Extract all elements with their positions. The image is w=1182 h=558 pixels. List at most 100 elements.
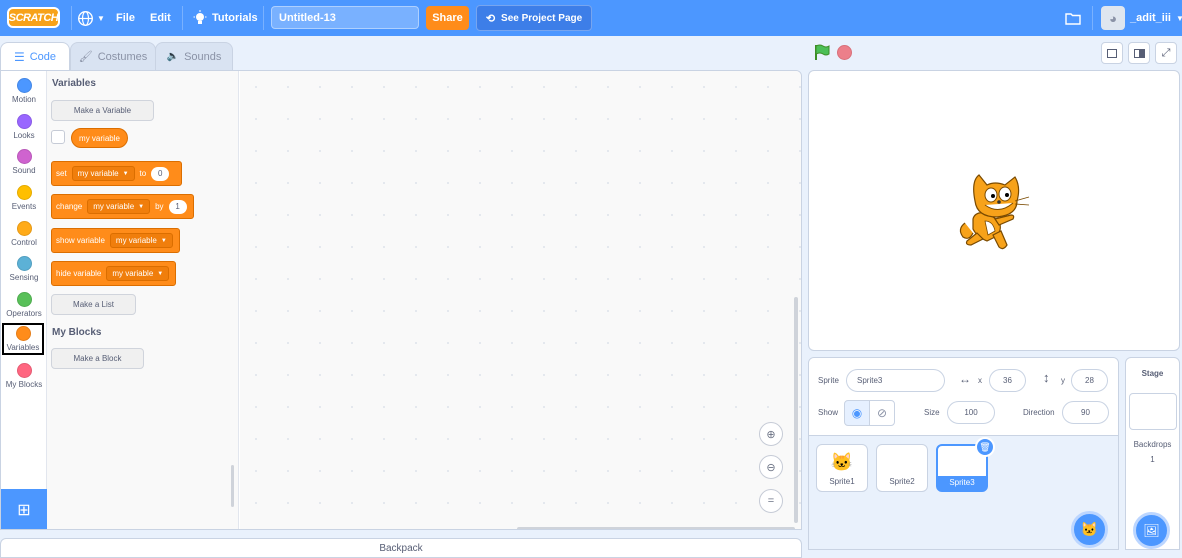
y-input[interactable]: 28 xyxy=(1071,369,1108,392)
stage-header: ⤢ xyxy=(808,42,1180,64)
sprite-tile-sprite2[interactable]: Sprite2 xyxy=(876,444,928,492)
eye-slash-icon: ⊘ xyxy=(876,406,888,420)
category-sound[interactable]: Sound xyxy=(1,146,47,182)
x-arrows-icon: ↔ xyxy=(959,372,971,386)
category-label: Events xyxy=(11,202,37,211)
choose-sprite-button[interactable]: 🐱 xyxy=(1071,511,1108,548)
stage-thumbnail xyxy=(1129,393,1177,430)
block-label: by xyxy=(155,202,164,211)
size-input[interactable]: 100 xyxy=(947,401,995,424)
category-label: Motion xyxy=(11,95,36,104)
small-stage-button[interactable] xyxy=(1101,42,1123,64)
make-block-button[interactable]: Make a Block xyxy=(51,348,144,369)
fullscreen-button[interactable]: ⤢ xyxy=(1155,42,1177,64)
language-menu[interactable]: ▼ xyxy=(77,0,105,36)
show-variable-block[interactable]: show variable my variable ▼ xyxy=(51,228,180,253)
tab-sounds[interactable]: 🔈 Sounds xyxy=(155,42,233,70)
code-icon: ☰ xyxy=(13,49,25,64)
normal-stage-button[interactable] xyxy=(1128,42,1150,64)
workspace-horizontal-scrollbar[interactable] xyxy=(517,527,795,529)
category-operators[interactable]: Operators xyxy=(1,289,47,325)
stage-title: Stage xyxy=(1141,369,1164,378)
category-label: My Blocks xyxy=(5,380,43,389)
green-flag-icon[interactable] xyxy=(813,43,831,61)
palette-scrollbar[interactable] xyxy=(231,465,234,507)
sensing-dot xyxy=(16,256,32,271)
variable-dropdown[interactable]: my variable ▼ xyxy=(106,266,170,281)
sprite-name-input[interactable] xyxy=(846,369,945,392)
choose-backdrop-button[interactable]: 🖼 xyxy=(1133,512,1170,549)
add-sprite-icon: 🐱 xyxy=(1080,521,1099,537)
share-button[interactable]: Share xyxy=(426,6,469,30)
make-list-button[interactable]: Make a List xyxy=(51,294,136,315)
dropdown-value: my variable xyxy=(112,269,154,278)
category-label: Sensing xyxy=(9,273,39,282)
sprite-tile-sprite1[interactable]: 🐱 Sprite1 xyxy=(816,444,868,492)
account-menu[interactable]: ◕ _adit_iii ▼ xyxy=(1101,0,1182,36)
speaker-icon: 🔈 xyxy=(166,51,180,62)
motion-dot xyxy=(16,78,32,93)
project-title-input[interactable] xyxy=(271,6,419,29)
delete-sprite-button[interactable]: 🗑 xyxy=(975,437,995,457)
script-area[interactable] xyxy=(240,71,801,529)
variable-dropdown[interactable]: my variable ▼ xyxy=(87,199,151,214)
category-looks[interactable]: Looks xyxy=(1,111,47,147)
scratch-logo[interactable]: SCRATCH xyxy=(7,7,60,28)
stage-canvas[interactable] xyxy=(808,70,1180,351)
hide-sprite-button[interactable]: ⊘ xyxy=(869,400,895,426)
tab-costumes[interactable]: 🖌 Costumes xyxy=(70,42,156,70)
project-page-icon: ⟲ xyxy=(485,12,496,25)
my-variable-reporter[interactable]: my variable xyxy=(71,128,128,148)
zoom-out-button[interactable]: ⊖ xyxy=(759,455,783,479)
tab-code[interactable]: ☰ Code xyxy=(0,42,70,70)
my-stuff-button[interactable] xyxy=(1065,0,1081,36)
category-control[interactable]: Control xyxy=(1,218,47,254)
username: _adit_iii xyxy=(1130,12,1171,24)
globe-icon xyxy=(78,10,93,26)
change-variable-block[interactable]: change my variable ▼ by 1 xyxy=(51,194,194,219)
tutorials-button[interactable]: Tutorials xyxy=(193,0,258,36)
hide-variable-block[interactable]: hide variable my variable ▼ xyxy=(51,261,176,286)
value-input[interactable]: 0 xyxy=(151,166,170,181)
variables-heading: Variables xyxy=(52,78,96,89)
make-variable-button[interactable]: Make a Variable xyxy=(51,100,154,121)
workspace-vertical-scrollbar[interactable] xyxy=(794,297,798,523)
value-input[interactable]: 1 xyxy=(168,199,187,214)
stage-selector[interactable]: Stage Backdrops 1 🖼 xyxy=(1125,357,1180,550)
lightbulb-icon xyxy=(193,10,207,24)
set-variable-block[interactable]: set my variable ▼ to 0 xyxy=(51,161,182,186)
menu-bar: SCRATCH ▼ File Edit Tutorials Share ⟲ Se… xyxy=(0,0,1182,36)
add-extension-button[interactable]: ⊞ xyxy=(1,489,47,529)
cat-sprite[interactable] xyxy=(955,171,1035,253)
variable-dropdown[interactable]: my variable ▼ xyxy=(109,233,173,248)
zoom-in-button[interactable]: ⊕ xyxy=(759,422,783,446)
variable-checkbox[interactable] xyxy=(51,130,65,144)
file-menu[interactable]: File xyxy=(116,0,135,36)
category-sensing[interactable]: Sensing xyxy=(1,253,47,289)
edit-menu[interactable]: Edit xyxy=(150,0,171,36)
category-events[interactable]: Events xyxy=(1,182,47,218)
add-backdrop-icon: 🖼 xyxy=(1143,522,1160,538)
chevron-down-icon: ▼ xyxy=(160,237,167,244)
direction-label: Direction xyxy=(1023,408,1055,417)
see-project-page-label: See Project Page xyxy=(501,12,583,24)
show-sprite-button[interactable]: ◉ xyxy=(844,400,870,426)
x-input[interactable]: 36 xyxy=(989,369,1026,392)
block-label: show variable xyxy=(56,236,105,245)
sprite-pane: Sprite ↔ x 36 ↕ y 28 Show ◉ ⊘ Size 100 D… xyxy=(808,357,1119,550)
variable-dropdown[interactable]: my variable ▼ xyxy=(71,166,135,181)
my-blocks-heading: My Blocks xyxy=(52,327,102,338)
backpack[interactable]: Backpack xyxy=(0,538,802,558)
block-label: change xyxy=(56,202,83,211)
category-motion[interactable]: Motion xyxy=(1,75,47,111)
category-menu: Motion Looks Sound Events Control Sensin… xyxy=(1,71,47,529)
tab-costumes-label: Costumes xyxy=(97,50,148,63)
category-variables[interactable]: Variables xyxy=(2,323,44,355)
direction-input[interactable]: 90 xyxy=(1062,401,1109,424)
add-extension-icon: ⊞ xyxy=(17,502,31,519)
tutorials-label: Tutorials xyxy=(212,12,258,24)
see-project-page-button[interactable]: ⟲ See Project Page xyxy=(476,5,592,31)
stop-button[interactable] xyxy=(837,45,852,60)
category-my-blocks[interactable]: My Blocks xyxy=(1,360,47,396)
zoom-reset-button[interactable]: = xyxy=(759,489,783,513)
